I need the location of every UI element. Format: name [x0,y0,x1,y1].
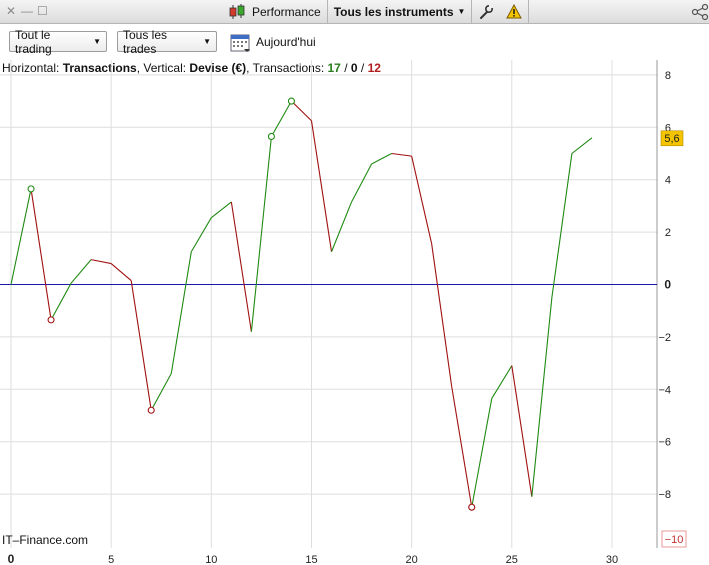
series-segment [150,373,172,411]
series-segment [371,153,392,165]
data-point-marker [27,185,35,193]
y-tick-label: 0 [664,278,671,292]
y-tick-label: 8 [665,70,671,82]
series-segment [130,280,152,411]
series-segment [10,188,32,285]
y-tick-label: −8 [658,489,671,501]
watermark: IT–Finance.com [2,533,89,547]
y-tick-label: −4 [658,384,671,396]
series-segment [291,100,312,122]
data-point-marker [287,97,296,105]
y-tick-label: 2 [665,227,671,239]
series-segment [571,137,593,154]
series-segment [551,153,573,298]
x-tick-label: 10 [205,554,217,565]
min-value-label: −10 [665,534,684,546]
performance-chart: 86420−2−4−6−80 5 10 15 20 25 305,6−10 [0,60,687,565]
series-segment [30,188,52,320]
series-segment [451,386,473,508]
y-tick-label: 4 [665,175,671,187]
series-segment [230,201,252,332]
series-segment [431,243,453,387]
data-point-marker [468,503,476,511]
y-tick-label: −6 [658,437,671,449]
series-segment [50,282,72,321]
series-segment [190,217,212,253]
x-tick-label: 20 [406,554,418,565]
series-segment [411,155,433,245]
data-point-marker [47,316,55,324]
x-tick-label: 30 [606,554,618,565]
series-segment [491,365,513,399]
series-segment [471,398,493,508]
x-tick-label: 0 [8,552,15,565]
series-segment [531,297,553,497]
data-point-marker [147,406,155,414]
series-segment [110,263,132,281]
series-segment [331,201,353,252]
x-tick-label: 15 [305,554,317,565]
series-segment [351,163,373,203]
series-segment [170,251,192,374]
series-segment [210,201,232,219]
y-tick-label: −2 [658,332,671,344]
series-segment [70,259,92,284]
last-value-label: 5,6 [664,133,679,145]
x-tick-label: 5 [108,554,114,565]
series-segment [250,136,272,332]
series-segment [391,152,412,157]
x-tick-label: 25 [506,554,518,565]
series-segment [270,100,292,137]
series-segment [511,365,533,497]
data-point-marker [267,132,275,141]
series-segment [91,259,112,265]
